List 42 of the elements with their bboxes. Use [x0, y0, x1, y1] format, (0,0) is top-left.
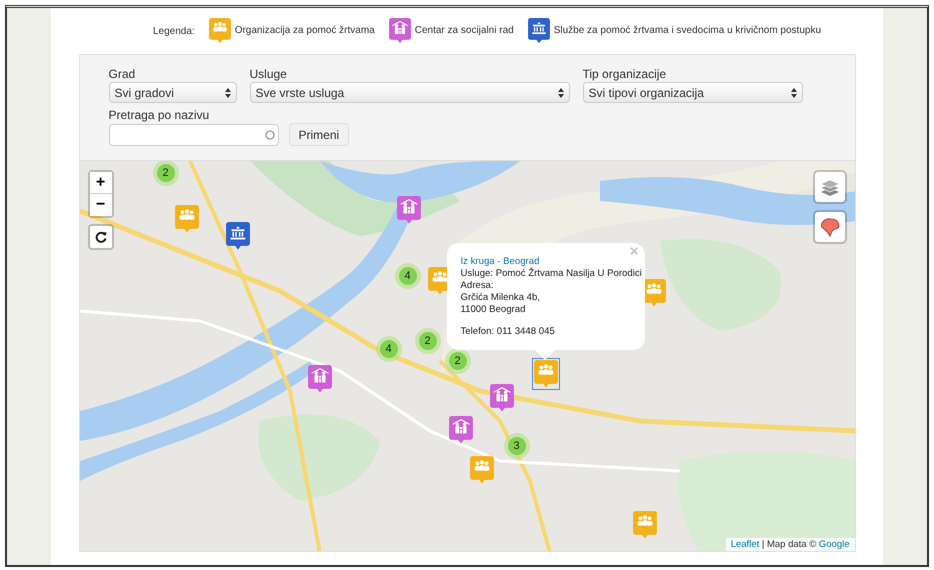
- reset-button[interactable]: [88, 224, 114, 250]
- leaflet-link[interactable]: Leaflet: [730, 539, 760, 550]
- legend-label: Legenda:: [152, 26, 195, 36]
- apply-button[interactable]: Primeni: [288, 123, 350, 146]
- legend-label: Organizacija za pomoć žrtvama: [234, 25, 375, 36]
- updown-caret-icon: [558, 88, 564, 98]
- provider-link[interactable]: Google: [818, 539, 850, 550]
- zoom-in-button[interactable]: +: [90, 172, 112, 194]
- updown-caret-icon: [224, 88, 230, 98]
- cluster-marker[interactable]: 2: [444, 348, 470, 374]
- updown-caret-icon: [790, 88, 796, 98]
- cluster-marker[interactable]: 4: [376, 336, 402, 362]
- zoom-out-button[interactable]: −: [90, 194, 112, 216]
- people-marker-icon[interactable]: [208, 18, 231, 44]
- cluster-marker[interactable]: 4: [394, 263, 420, 289]
- legend-label: Službe za pomoć žrtvama i svedocima u krivičnom postupku: [554, 25, 822, 36]
- popup-phone: Telefon: 011 3448 045: [460, 326, 556, 338]
- shape-button[interactable]: [812, 210, 846, 244]
- building-marker-icon[interactable]: [528, 18, 550, 44]
- cluster-marker[interactable]: 2: [414, 328, 440, 354]
- legend-label: Centar za socijalni rad: [414, 25, 514, 36]
- field-label: Grad: [108, 67, 136, 81]
- popup-title-link[interactable]: Iz kruga - Beograd: [460, 256, 638, 268]
- field-label: Pretraga po nazivu: [108, 108, 210, 122]
- blob-icon: [818, 217, 840, 237]
- refresh-icon: [94, 231, 106, 243]
- map-attribution: Leaflet | Map data © Google: [726, 538, 854, 551]
- dropdown[interactable]: Svi tipovi organizacija: [582, 82, 802, 103]
- dropdown[interactable]: Svi gradovi: [108, 82, 236, 103]
- circle-icon: [264, 130, 274, 140]
- layers-icon: [820, 177, 840, 197]
- field-label: Tip organizacije: [582, 67, 668, 81]
- popup-text: 11000 Beograd: [460, 304, 526, 316]
- popup-text: Adresa:: [460, 280, 495, 292]
- cluster-marker[interactable]: 2: [152, 161, 178, 186]
- dropdown[interactable]: Sve vrste usluga: [250, 82, 570, 103]
- family-marker-icon[interactable]: [388, 18, 411, 44]
- popup-text: Grčića Milenka 4b,: [460, 292, 541, 304]
- cluster-marker[interactable]: 3: [504, 433, 530, 459]
- layers-button[interactable]: [812, 170, 846, 204]
- field-label: Usluge: [250, 67, 288, 81]
- search-field[interactable]: [108, 124, 278, 146]
